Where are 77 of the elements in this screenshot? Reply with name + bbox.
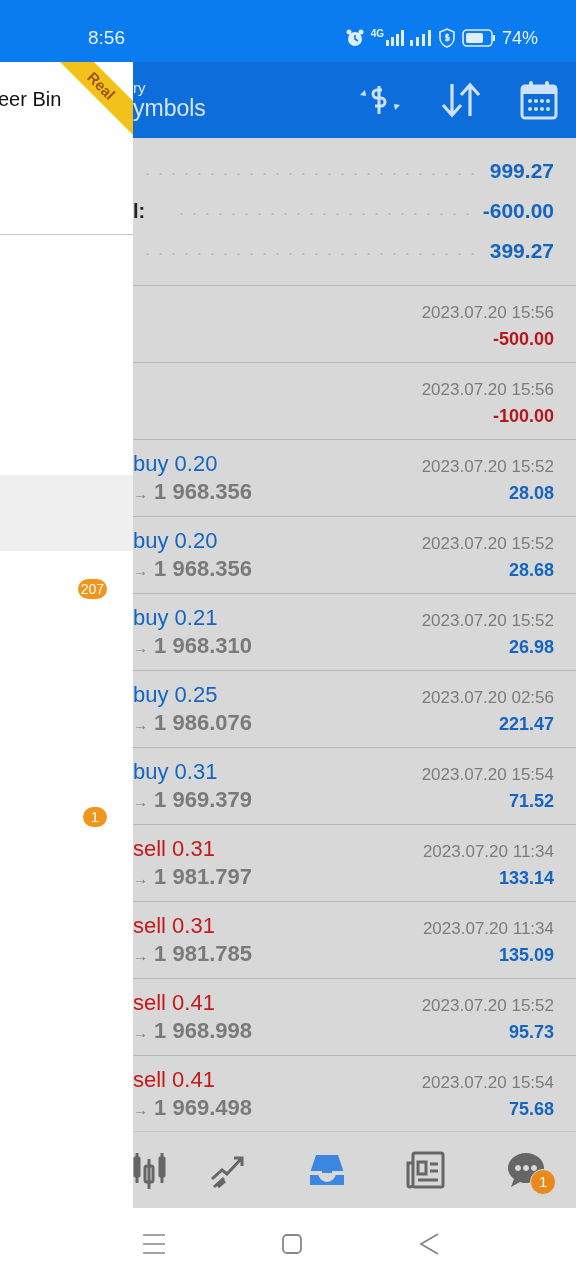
deal-amount: 26.98 [508, 636, 554, 659]
deal-time: 2023.07.20 11:34 [422, 918, 554, 940]
deal-time: 2023.07.20 15:52 [421, 456, 554, 478]
deal-price: → 1 968.356 [133, 478, 252, 506]
deal-row[interactable]: sell 0.41 → 1 968.998 2023.07.20 15:52 95.73 [133, 979, 576, 1056]
battery-level: 74% [501, 27, 538, 49]
deal-row[interactable]: sell 0.41 → 1 969.498 2023.07.20 15:54 75.68 [133, 1056, 576, 1131]
deal-row[interactable]: buy 0.21 → 1 968.310 2023.07.20 15:52 26.98 [133, 594, 576, 671]
deal-type: buy 0.20 [133, 450, 219, 478]
deal-row[interactable]: sell 0.31 → 1 981.785 2023.07.20 11:34 135.09 [133, 902, 576, 979]
deal-time: 2023.07.20 02:56 [421, 687, 554, 709]
deal-row[interactable]: buy 0.31 → 1 969.379 2023.07.20 15:54 71.52 [133, 748, 576, 825]
deal-amount: 95.73 [508, 1021, 554, 1044]
deal-row[interactable]: 2023.07.20 15:56 -500.00 [133, 286, 576, 363]
deal-type: buy 0.25 [133, 681, 219, 709]
network-type: 4G [370, 27, 384, 39]
deal-type: sell 0.31 [133, 912, 216, 940]
count-badge: 1 [83, 807, 107, 827]
deal-time: 2023.07.20 15:52 [421, 533, 554, 555]
deal-amount: 28.08 [508, 482, 554, 505]
deal-type: sell 0.31 [133, 835, 216, 863]
drawer-item[interactable]: 207 [0, 551, 133, 627]
signal-icon [385, 30, 404, 46]
alarm-icon [344, 28, 365, 48]
deal-time: 2023.07.20 15:52 [421, 610, 554, 632]
deal-time: 2023.07.20 15:56 [421, 379, 554, 401]
deal-price: → 1 969.498 [133, 1094, 252, 1122]
deal-type: sell 0.41 [133, 989, 216, 1017]
newspaper-icon[interactable] [405, 1149, 448, 1191]
currency-exchange-icon[interactable] [358, 83, 402, 117]
deal-time: 2023.07.20 15:54 [421, 764, 554, 786]
deal-amount: -100.00 [492, 405, 554, 428]
summary-value: -600.00 [482, 199, 554, 223]
header-subtitle: ry [133, 80, 147, 96]
deal-type: buy 0.31 [133, 758, 219, 786]
deal-price: → 1 968.310 [133, 632, 252, 660]
deal-row[interactable]: buy 0.25 → 1 986.076 2023.07.20 02:56 221.47 [133, 671, 576, 748]
deal-type: buy 0.20 [133, 527, 219, 555]
deal-amount: 221.47 [498, 713, 554, 736]
deal-row[interactable]: buy 0.20 → 1 968.356 2023.07.20 15:52 28.68 [133, 517, 576, 594]
deal-amount: 75.68 [508, 1098, 554, 1121]
deal-price: → 1 981.785 [133, 940, 252, 968]
summary-value: 399.27 [489, 239, 554, 263]
deal-price: → 1 968.356 [133, 555, 252, 583]
back-icon[interactable] [418, 1232, 440, 1256]
deal-time: 2023.07.20 15:52 [421, 995, 554, 1017]
deal-time: 2023.07.20 11:34 [422, 841, 554, 863]
count-badge: 207 [77, 579, 107, 599]
shield-icon [437, 28, 456, 48]
battery-icon [461, 29, 496, 47]
signal-icon [409, 30, 432, 46]
deal-amount: 135.09 [498, 944, 554, 967]
deal-price: → 1 969.379 [133, 786, 252, 814]
deal-amount: 71.52 [508, 790, 554, 813]
menu-icon[interactable] [142, 1233, 166, 1255]
summary-value: 999.27 [489, 159, 554, 183]
deal-type: sell 0.41 [133, 1066, 216, 1094]
deal-time: 2023.07.20 15:54 [421, 1072, 554, 1094]
deal-row[interactable]: buy 0.20 → 1 968.356 2023.07.20 15:52 28.08 [133, 440, 576, 517]
deal-amount: -500.00 [492, 328, 554, 351]
deal-amount: 28.68 [508, 559, 554, 582]
count-badge: 1 [530, 1169, 557, 1195]
calendar-icon[interactable] [520, 80, 558, 120]
drawer-item[interactable]: 1 [0, 779, 133, 855]
summary-label: l: [133, 199, 146, 223]
clock: 8:56 [88, 26, 125, 49]
deal-price: → 1 968.998 [133, 1017, 252, 1045]
deal-time: 2023.07.20 15:56 [421, 302, 554, 324]
sort-icon[interactable] [440, 82, 482, 118]
deal-price: → 1 981.797 [133, 863, 252, 891]
deal-type: buy 0.21 [133, 604, 219, 632]
deal-price: → 1 986.076 [133, 709, 252, 737]
home-icon[interactable] [281, 1233, 303, 1255]
deal-amount: 133.14 [498, 867, 554, 890]
deal-row[interactable]: sell 0.31 → 1 981.797 2023.07.20 11:34 133.14 [133, 825, 576, 902]
deal-row[interactable]: 2023.07.20 15:56 -100.00 [133, 363, 576, 440]
header-title: ymbols [133, 95, 206, 120]
